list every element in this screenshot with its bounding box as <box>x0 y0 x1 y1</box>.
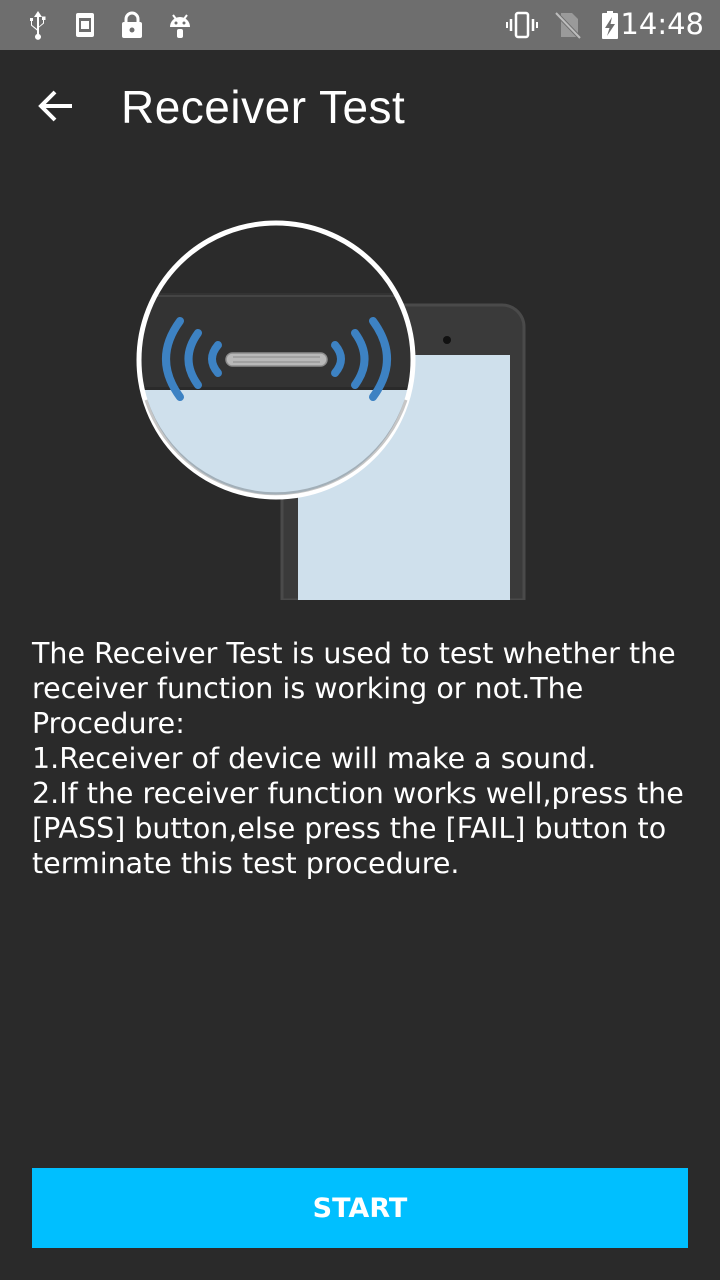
no-sim-icon <box>554 11 582 40</box>
receiver-illustration <box>136 220 526 600</box>
lock-icon <box>122 11 142 38</box>
page-title: Receiver Test <box>121 81 406 133</box>
description-intro: The Receiver Test is used to test whethe… <box>32 637 685 740</box>
receiver-grille <box>225 352 328 367</box>
status-time: 14:48 <box>620 7 704 41</box>
description-step-1: 1.Receiver of device will make a sound. <box>32 742 597 775</box>
usb-icon <box>30 11 46 40</box>
start-button[interactable]: START <box>32 1168 688 1248</box>
arrow-back-icon[interactable] <box>28 78 84 134</box>
app-bar: Receiver Test <box>0 50 720 166</box>
phone-camera <box>443 336 451 344</box>
description: The Receiver Test is used to test whethe… <box>32 636 692 881</box>
android-debug-icon <box>170 14 190 38</box>
screenshot-notification-icon <box>76 13 94 37</box>
description-step-2: 2.If the receiver function works well,pr… <box>32 777 693 880</box>
vibrate-icon <box>506 11 538 39</box>
status-bar: 14:48 <box>0 0 720 50</box>
